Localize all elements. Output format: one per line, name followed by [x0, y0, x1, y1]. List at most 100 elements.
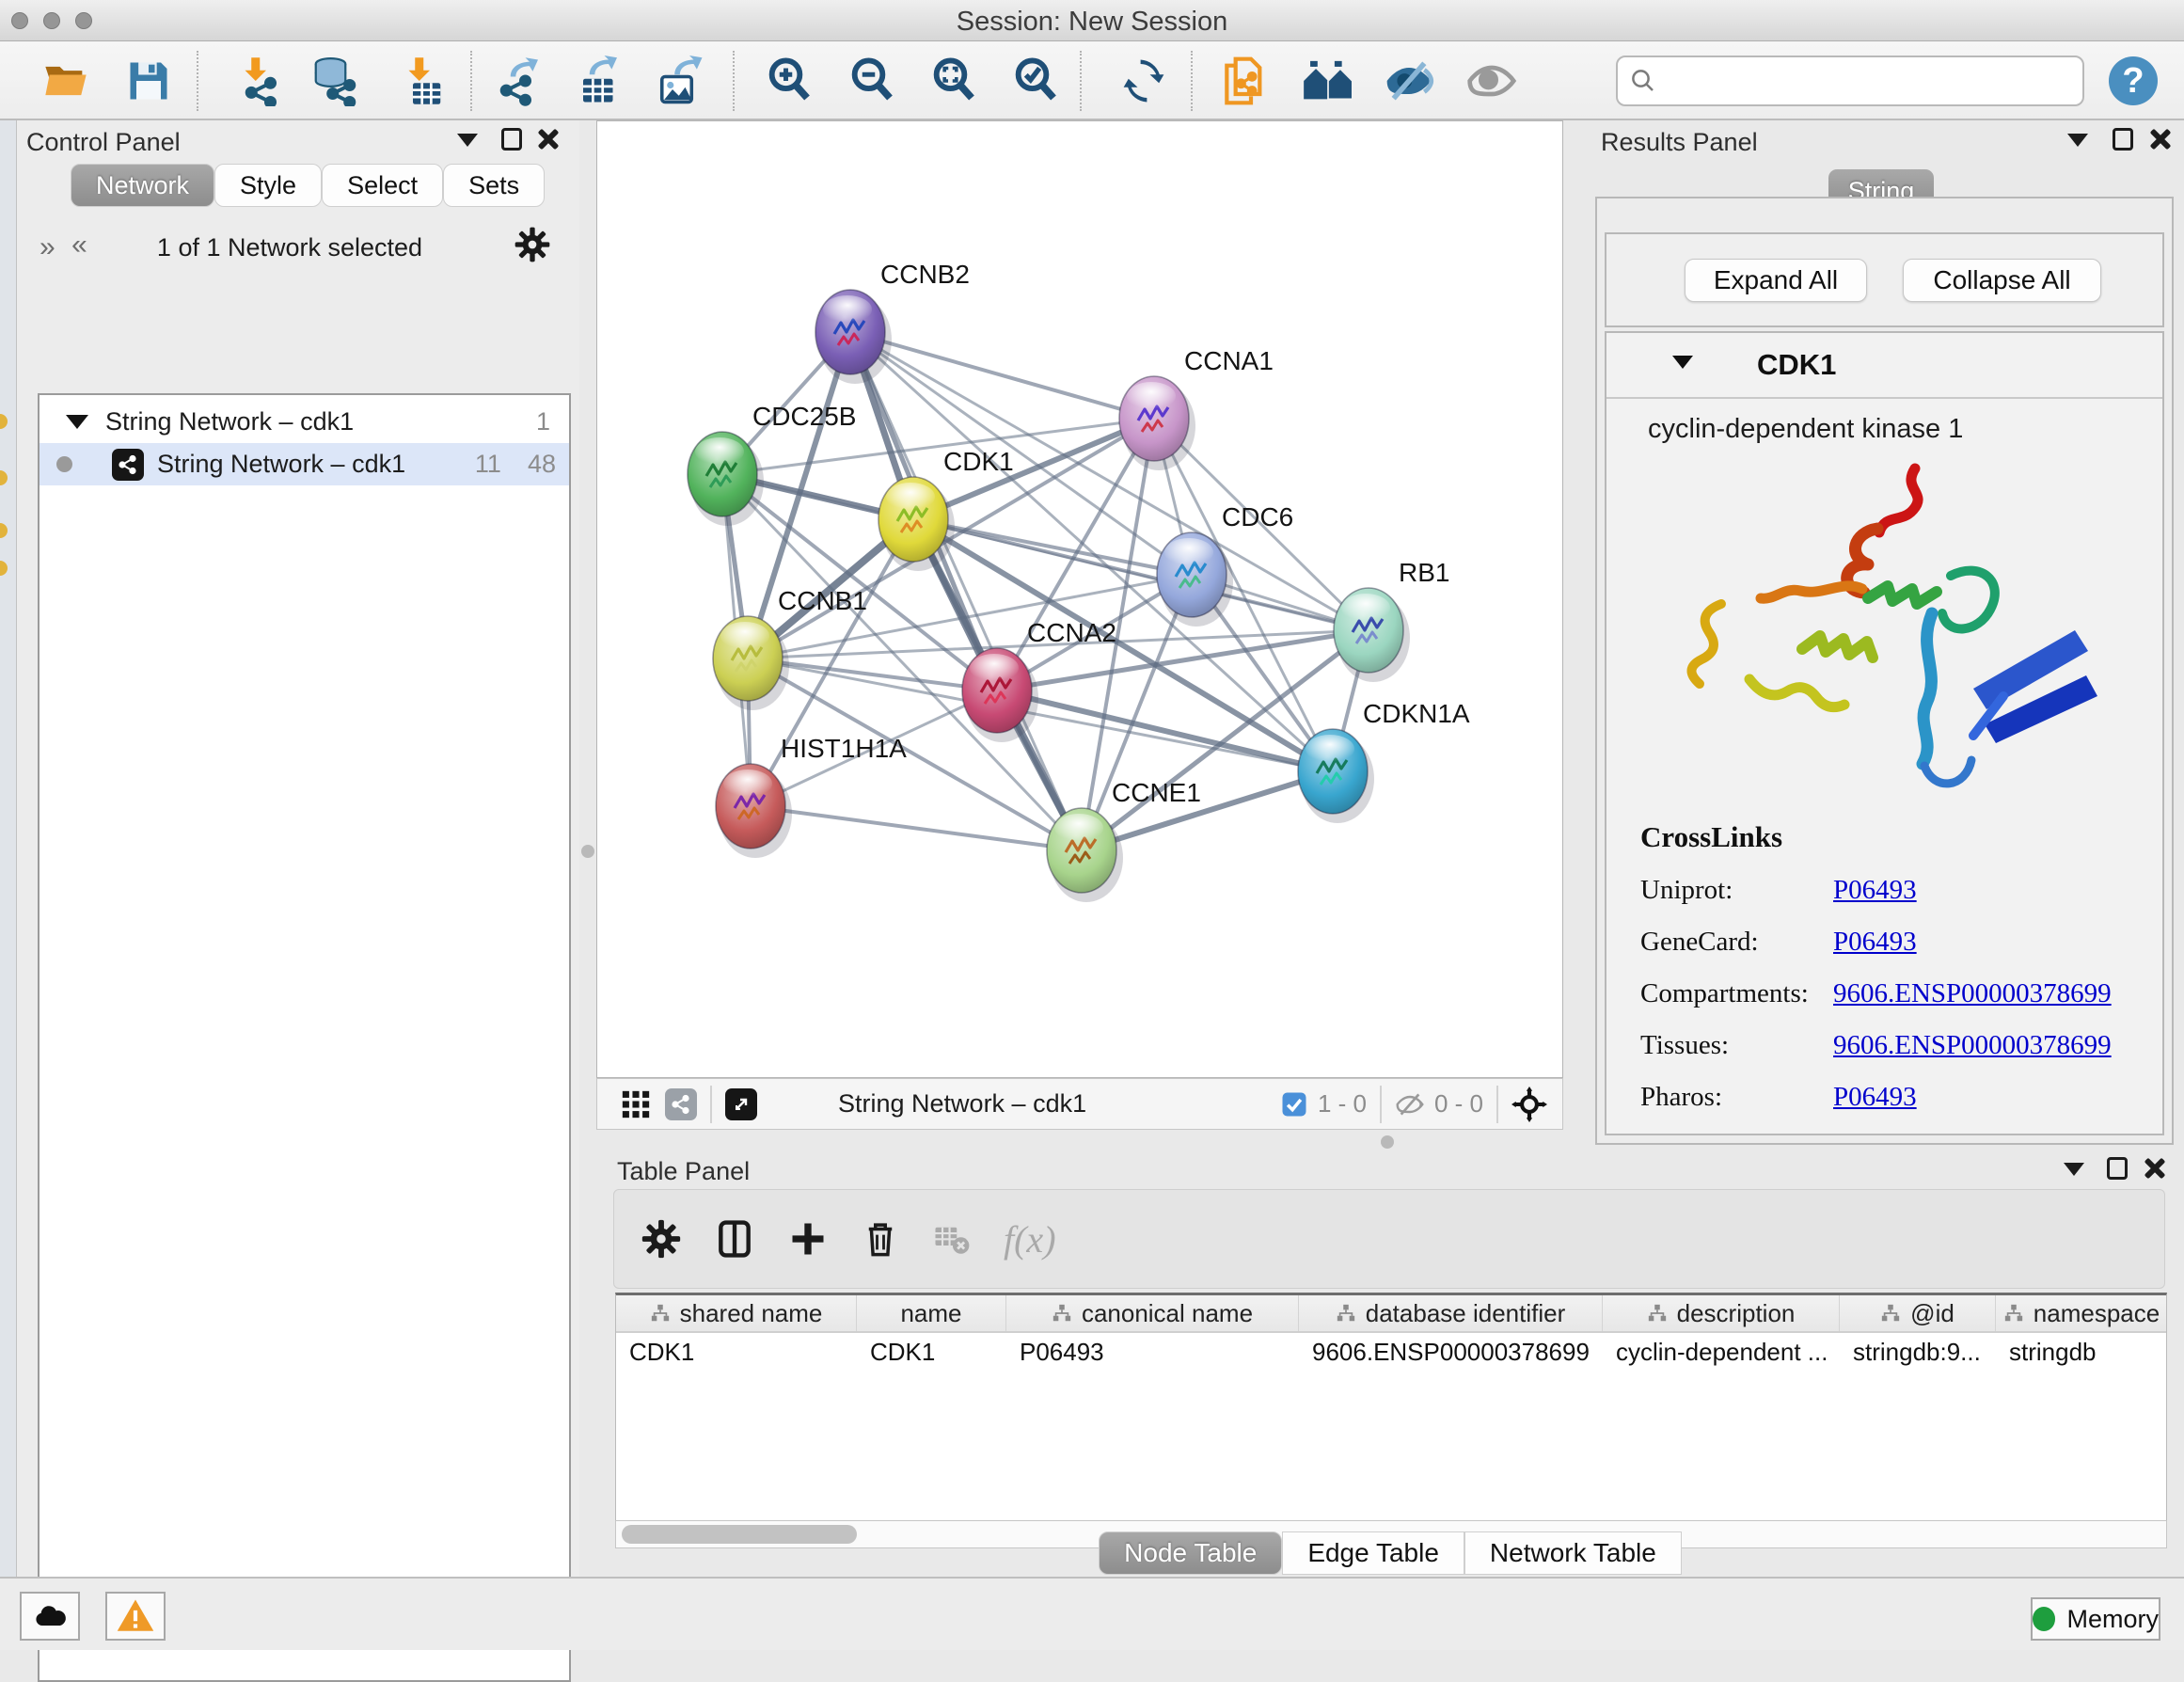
network-collection-row[interactable]: String Network – cdk1 1 — [40, 401, 569, 443]
column-header-namespace[interactable]: namespace — [1996, 1295, 2167, 1331]
tab-select[interactable]: Select — [322, 164, 443, 207]
pan-crosshair-icon[interactable] — [1511, 1087, 1547, 1122]
save-session-icon[interactable] — [122, 53, 175, 109]
attribute-icon — [1647, 1303, 1668, 1324]
string-home-icon[interactable] — [1302, 53, 1354, 109]
crosslink-compartments-link[interactable]: 9606.ENSP00000378699 — [1833, 978, 2112, 1009]
tab-style[interactable]: Style — [214, 164, 322, 207]
column-header-name[interactable]: name — [857, 1295, 1006, 1331]
cloud-icon — [31, 1597, 69, 1635]
network-node-CDKN1A[interactable] — [1298, 729, 1374, 823]
network-canvas[interactable]: CCNB2CCNA1CDC25BCDK1CDC6RB1CCNB1CCNA2CDK… — [596, 120, 1563, 1078]
control-panel-float-icon[interactable] — [501, 128, 522, 155]
memory-button[interactable]: Memory — [2031, 1597, 2160, 1641]
cloud-status-button[interactable] — [20, 1592, 80, 1641]
column-header-description[interactable]: description — [1603, 1295, 1840, 1331]
network-node-RB1[interactable] — [1334, 588, 1410, 682]
collection-count: 1 — [536, 407, 550, 436]
zoom-out-icon[interactable] — [847, 53, 899, 109]
network-row[interactable]: String Network – cdk1 11 48 — [40, 443, 569, 485]
node-label-HIST1H1A: HIST1H1A — [781, 734, 907, 763]
crosslink-pharos-link[interactable]: P06493 — [1833, 1082, 1917, 1113]
network-options-gear-icon[interactable] — [514, 226, 551, 263]
collapse-all-button[interactable]: Collapse All — [1903, 259, 2101, 302]
hide-glass-eye-icon[interactable] — [1383, 53, 1435, 109]
export-image-icon[interactable] — [655, 53, 707, 109]
tab-sets[interactable]: Sets — [443, 164, 545, 207]
open-in-window-icon[interactable] — [725, 1088, 757, 1120]
column-header-database-identifier[interactable]: database identifier — [1299, 1295, 1603, 1331]
network-node-HIST1H1A[interactable] — [716, 764, 792, 858]
column-header-@id[interactable]: @id — [1840, 1295, 1996, 1331]
table-panel-menu-caret[interactable] — [2064, 1163, 2084, 1181]
results-panel-float-icon[interactable] — [2113, 128, 2133, 155]
table-cell[interactable]: stringdb — [1996, 1333, 2167, 1371]
table-panel-close-icon[interactable] — [2143, 1157, 2165, 1184]
zoom-selected-icon[interactable] — [1010, 53, 1063, 109]
crosslink-tissues-link[interactable]: 9606.ENSP00000378699 — [1833, 1030, 2112, 1061]
show-eye-icon[interactable] — [1465, 53, 1518, 109]
import-network-icon[interactable] — [231, 53, 284, 109]
table-cell[interactable]: P06493 — [1006, 1333, 1299, 1371]
table-cell[interactable]: cyclin-dependent ... — [1603, 1333, 1840, 1371]
search-input[interactable] — [1657, 67, 2062, 96]
results-panel-menu-caret[interactable] — [2067, 134, 2088, 151]
show-columns-icon[interactable] — [714, 1218, 755, 1260]
table-cell[interactable]: CDK1 — [857, 1333, 1006, 1371]
protein-collapse-caret[interactable] — [1672, 356, 1693, 373]
column-header-canonical-name[interactable]: canonical name — [1006, 1295, 1299, 1331]
tab-network[interactable]: Network — [71, 164, 214, 207]
export-network-icon[interactable] — [495, 53, 547, 109]
network-share-toggle-icon[interactable] — [665, 1088, 697, 1120]
control-panel-close-icon[interactable] — [536, 128, 559, 155]
expand-all-button[interactable]: Expand All — [1685, 259, 1867, 302]
protein-structure-image — [1663, 455, 2114, 813]
help-icon[interactable]: ? — [2107, 53, 2160, 109]
add-column-icon[interactable] — [787, 1218, 829, 1260]
warning-status-button[interactable] — [105, 1592, 166, 1641]
table-cell[interactable]: stringdb:9... — [1840, 1333, 1996, 1371]
network-node-CCNA2[interactable] — [962, 648, 1038, 742]
collection-expand-caret[interactable] — [66, 415, 88, 429]
column-header-shared-name[interactable]: shared name — [616, 1295, 857, 1331]
zoom-in-icon[interactable] — [764, 53, 816, 109]
network-node-CCNB2[interactable] — [815, 290, 892, 384]
table-cell[interactable]: CDK1 — [616, 1333, 857, 1371]
toolbar-separator — [1080, 51, 1082, 111]
hidden-counts: 0 - 0 — [1434, 1089, 1483, 1119]
table-gear-icon[interactable] — [641, 1218, 682, 1260]
protein-card-header[interactable]: CDK1 — [1606, 333, 2162, 399]
network-edge-CCNB2-CCNE1[interactable] — [850, 332, 1082, 850]
import-network-from-database-icon[interactable] — [309, 53, 361, 109]
node-label-CDC6: CDC6 — [1222, 502, 1293, 532]
tab-edge-table[interactable]: Edge Table — [1282, 1531, 1464, 1575]
toolbar-separator — [470, 51, 472, 111]
crosslink-uniprot-link[interactable]: P06493 — [1833, 875, 1917, 906]
crosslink-genecard-link[interactable]: P06493 — [1833, 927, 1917, 958]
delete-column-icon[interactable] — [861, 1219, 900, 1259]
tab-network-table[interactable]: Network Table — [1464, 1531, 1682, 1575]
hidden-eye-icon[interactable] — [1395, 1089, 1425, 1119]
table-panel-float-icon[interactable] — [2107, 1157, 2128, 1184]
results-panel-close-icon[interactable] — [2148, 128, 2171, 155]
tab-node-table[interactable]: Node Table — [1099, 1531, 1282, 1575]
refresh-icon[interactable] — [1117, 53, 1170, 109]
control-panel-menu-caret[interactable] — [457, 134, 478, 151]
table-cell[interactable]: 9606.ENSP00000378699 — [1299, 1333, 1603, 1371]
clone-network-icon[interactable] — [1218, 53, 1271, 109]
open-session-icon[interactable] — [40, 53, 92, 109]
import-table-icon[interactable] — [395, 53, 448, 109]
expand-all-networks-icon[interactable]: » — [75, 231, 87, 263]
toolbar-separator — [1191, 51, 1193, 111]
export-table-icon[interactable] — [574, 53, 626, 109]
control-panel-title: Control Panel — [26, 128, 181, 157]
network-node-CCNE1[interactable] — [1047, 808, 1123, 902]
vertical-splitter-left[interactable] — [579, 120, 596, 1577]
collapse-all-networks-icon[interactable]: » — [40, 231, 52, 263]
network-edge-HIST1H1A-CCNE1[interactable] — [751, 806, 1082, 850]
selected-checkbox-icon[interactable] — [1280, 1090, 1308, 1119]
network-node-CDC25B[interactable] — [688, 432, 764, 526]
table-row[interactable]: CDK1CDK1P064939606.ENSP00000378699cyclin… — [616, 1333, 2166, 1371]
birdseye-grid-icon[interactable] — [620, 1088, 652, 1120]
zoom-fit-icon[interactable] — [928, 53, 981, 109]
